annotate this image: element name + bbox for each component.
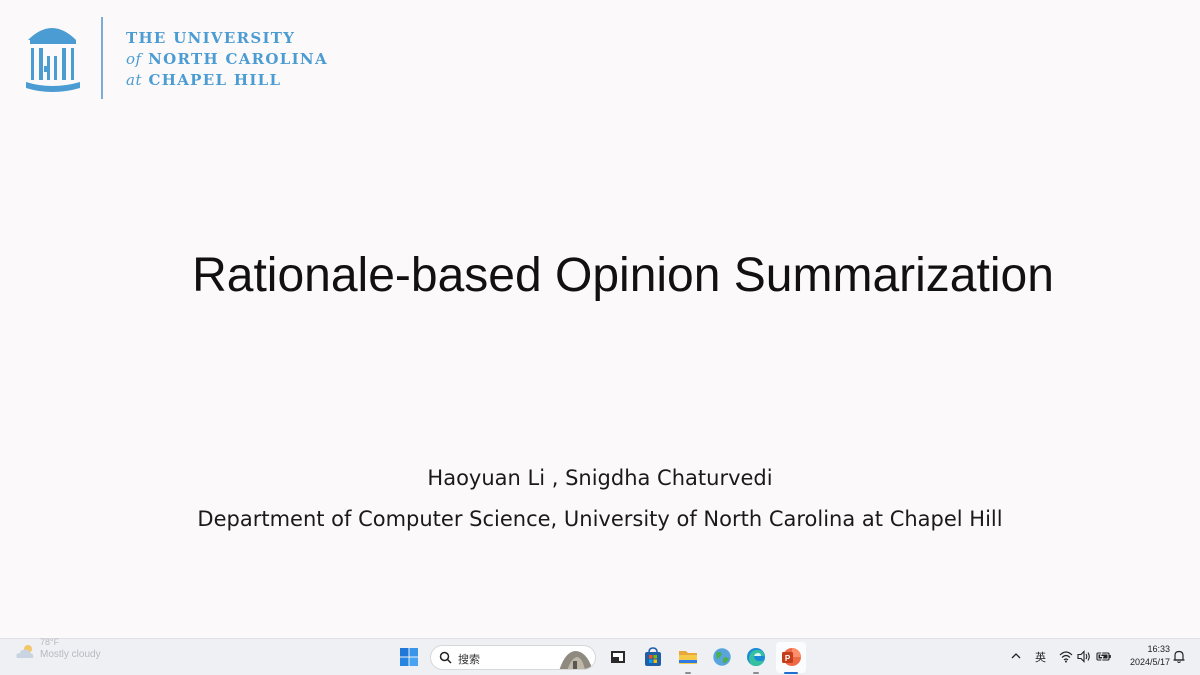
chevron-up-icon[interactable] [1010,650,1022,662]
system-clock[interactable]: 16:33 2024/5/17 [1118,643,1170,669]
windows-logo-icon[interactable] [398,646,420,668]
store-icon[interactable] [642,646,664,668]
powerpoint-running-indicator [784,672,798,674]
wordmark-line-2: of NORTH CAROLINA [126,49,328,70]
powerpoint-icon[interactable]: P [780,646,802,668]
clock-time: 16:33 [1147,644,1170,654]
wordmark-line-1: THE UNIVERSITY [126,29,296,47]
wordmark-line-3: at CHAPEL HILL [126,70,328,91]
wordmark-of: of [126,50,142,68]
wordmark-chapel-hill: CHAPEL HILL [148,71,282,89]
slide-affiliation: Department of Computer Science, Universi… [197,507,1003,531]
wifi-icon[interactable] [1059,650,1073,663]
old-well-icon [26,28,80,92]
search-highlight-art-icon [559,651,593,669]
explorer-running-indicator [685,672,691,674]
taskbar-search[interactable]: 搜索 [430,645,596,670]
weather-condition: Mostly cloudy [40,649,101,660]
globe-icon[interactable] [711,646,733,668]
slide-title: Rationale-based Opinion Summarization [192,249,1054,302]
edge-icon[interactable] [745,646,767,668]
battery-icon[interactable] [1096,650,1112,663]
weather-temp: 78°F [40,637,60,647]
university-wordmark: THE UNIVERSITY of NORTH CAROLINA at CHAP… [126,28,328,91]
taskbar: 78°F Mostly cloudy 搜索 P 英 16:33 2024/5/1… [0,637,1200,675]
folder-icon[interactable] [677,646,699,668]
wordmark-at: at [126,71,142,89]
svg-text:P: P [785,654,791,663]
clock-date: 2024/5/17 [1129,657,1170,667]
edge-running-indicator [753,672,759,674]
task-view-icon[interactable] [607,646,629,668]
slide-canvas: THE UNIVERSITY of NORTH CAROLINA at CHAP… [0,0,1200,638]
notification-bell-icon[interactable] [1172,649,1186,664]
volume-icon[interactable] [1077,650,1091,663]
slide-authors: Haoyuan Li , Snigdha Chaturvedi [427,466,773,490]
weather-widget[interactable]: 78°F Mostly cloudy [14,637,124,675]
partly-cloudy-icon [16,645,34,658]
logo-divider [101,17,103,99]
search-icon [439,651,452,664]
wordmark-north-carolina: NORTH CAROLINA [148,50,328,68]
ime-indicator[interactable]: 英 [1035,649,1046,665]
search-placeholder: 搜索 [458,653,480,666]
